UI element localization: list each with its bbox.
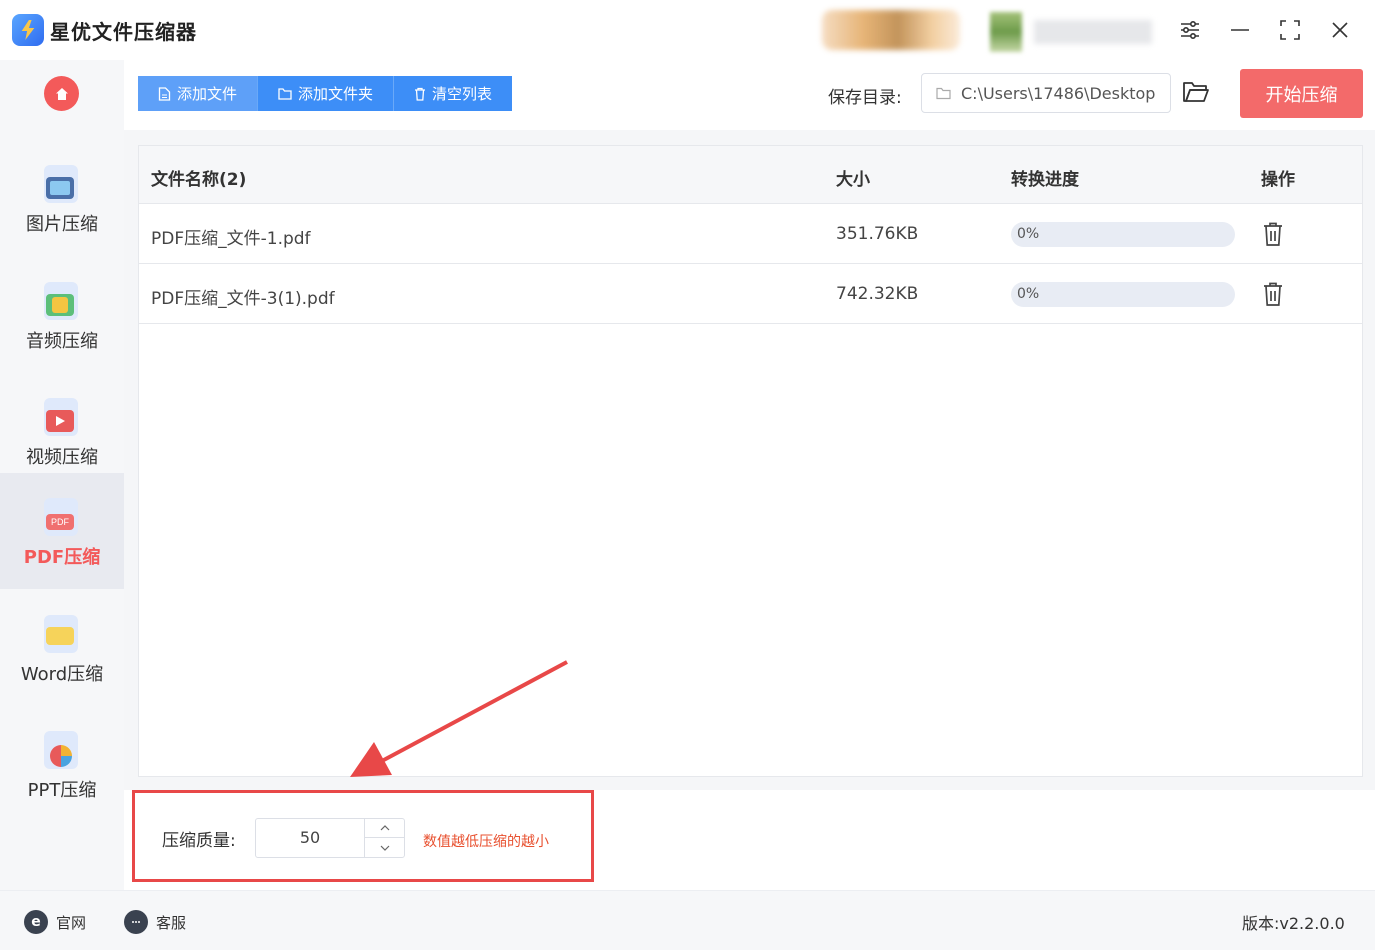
minimize-icon[interactable] bbox=[1225, 15, 1255, 45]
close-icon[interactable] bbox=[1325, 15, 1355, 45]
folder-icon bbox=[278, 87, 292, 100]
progress-bar: 0% bbox=[1011, 222, 1235, 247]
sidebar-item-word[interactable]: Word压缩 bbox=[0, 590, 124, 706]
file-name: PDF压缩_文件-1.pdf bbox=[151, 229, 311, 249]
sidebar-item-label: 音频压缩 bbox=[26, 331, 98, 352]
table-row: PDF压缩_文件-3(1).pdf 742.32KB 0% bbox=[139, 264, 1362, 324]
progress-bar: 0% bbox=[1011, 282, 1235, 307]
file-name: PDF压缩_文件-3(1).pdf bbox=[151, 289, 335, 309]
blurred-user-info bbox=[822, 10, 960, 50]
add-folder-button[interactable]: 添加文件夹 bbox=[258, 76, 395, 111]
chevron-down-icon[interactable] bbox=[365, 838, 405, 857]
sidebar-item-video[interactable]: 视频压缩 bbox=[0, 373, 124, 489]
save-dir-label: 保存目录: bbox=[828, 88, 902, 108]
table-header: 文件名称(2) 大小 转换进度 操作 bbox=[139, 146, 1362, 204]
chevron-up-icon[interactable] bbox=[365, 819, 405, 838]
quality-value[interactable]: 50 bbox=[256, 819, 364, 857]
folder-icon bbox=[936, 87, 951, 99]
app-title: 星优文件压缩器 bbox=[50, 20, 197, 44]
progress-text: 0% bbox=[1017, 226, 1040, 242]
progress-text: 0% bbox=[1017, 286, 1040, 302]
save-dir-input[interactable]: C:\Users\17486\Desktop bbox=[921, 73, 1171, 113]
start-compress-button[interactable]: 开始压缩 bbox=[1240, 69, 1363, 118]
toolbar: 添加文件 添加文件夹 清空列表 保存目录: C:\Users\17486\Des… bbox=[124, 60, 1375, 130]
file-size: 742.32KB bbox=[836, 284, 919, 304]
sidebar-item-label: Word压缩 bbox=[20, 664, 104, 685]
title-bar: 星优文件压缩器 bbox=[0, 0, 1375, 60]
website-link[interactable]: e 官网 bbox=[24, 910, 86, 934]
add-file-button[interactable]: 添加文件 bbox=[138, 76, 259, 111]
app-logo-icon bbox=[12, 14, 44, 46]
open-folder-icon[interactable] bbox=[1182, 80, 1210, 108]
word-icon bbox=[44, 615, 78, 653]
status-bar: e 官网 客服 版本:v2.2.0.0 bbox=[0, 890, 1375, 950]
image-icon bbox=[44, 165, 78, 203]
blurred-avatar bbox=[990, 12, 1022, 52]
sidebar-item-ppt[interactable]: PPT压缩 bbox=[0, 706, 124, 822]
sidebar: 图片压缩 音频压缩 视频压缩 PDF PDF压缩 Word压缩 PPT压缩 bbox=[0, 60, 124, 890]
clear-list-button[interactable]: 清空列表 bbox=[394, 76, 513, 111]
delete-icon[interactable] bbox=[1261, 221, 1285, 247]
blurred-account bbox=[1034, 20, 1152, 44]
file-table: 文件名称(2) 大小 转换进度 操作 PDF压缩_文件-1.pdf 351.76… bbox=[138, 145, 1363, 777]
table-row: PDF压缩_文件-1.pdf 351.76KB 0% bbox=[139, 204, 1362, 264]
version-label: 版本:v2.2.0.0 bbox=[1242, 914, 1345, 933]
settings-sliders-icon[interactable] bbox=[1175, 15, 1205, 45]
stepper-arrows bbox=[364, 819, 405, 857]
sidebar-item-label: 图片压缩 bbox=[26, 214, 98, 235]
sidebar-item-label: PDF压缩 bbox=[23, 547, 101, 568]
quality-hint: 数值越低压缩的越小 bbox=[423, 834, 549, 850]
ppt-icon bbox=[44, 731, 78, 769]
file-list-area: 文件名称(2) 大小 转换进度 操作 PDF压缩_文件-1.pdf 351.76… bbox=[124, 130, 1375, 790]
file-icon bbox=[158, 86, 171, 101]
browser-e-icon: e bbox=[24, 910, 48, 934]
header-name: 文件名称(2) bbox=[151, 170, 247, 190]
music-icon bbox=[44, 282, 78, 320]
delete-icon[interactable] bbox=[1261, 281, 1285, 307]
header-progress: 转换进度 bbox=[1011, 170, 1079, 190]
file-button-group: 添加文件 添加文件夹 清空列表 bbox=[138, 76, 513, 111]
service-link[interactable]: 客服 bbox=[124, 910, 186, 934]
trash-icon bbox=[415, 87, 426, 101]
sidebar-item-label: 视频压缩 bbox=[26, 447, 98, 468]
file-size: 351.76KB bbox=[836, 224, 919, 244]
sidebar-item-image[interactable]: 图片压缩 bbox=[0, 140, 124, 256]
pdf-icon: PDF bbox=[44, 498, 78, 536]
quality-stepper[interactable]: 50 bbox=[255, 818, 405, 858]
home-button[interactable] bbox=[44, 76, 79, 111]
sidebar-item-label: PPT压缩 bbox=[27, 780, 97, 801]
maximize-icon[interactable] bbox=[1275, 15, 1305, 45]
sidebar-item-pdf[interactable]: PDF PDF压缩 bbox=[0, 473, 124, 589]
sidebar-item-audio[interactable]: 音频压缩 bbox=[0, 257, 124, 373]
quality-label: 压缩质量: bbox=[162, 831, 236, 851]
header-size: 大小 bbox=[836, 170, 870, 190]
home-icon bbox=[55, 87, 68, 100]
header-action: 操作 bbox=[1261, 170, 1295, 190]
video-icon bbox=[44, 398, 78, 436]
compression-settings: 压缩质量: 50 数值越低压缩的越小 bbox=[124, 790, 1375, 890]
chat-bubble-icon bbox=[124, 910, 148, 934]
